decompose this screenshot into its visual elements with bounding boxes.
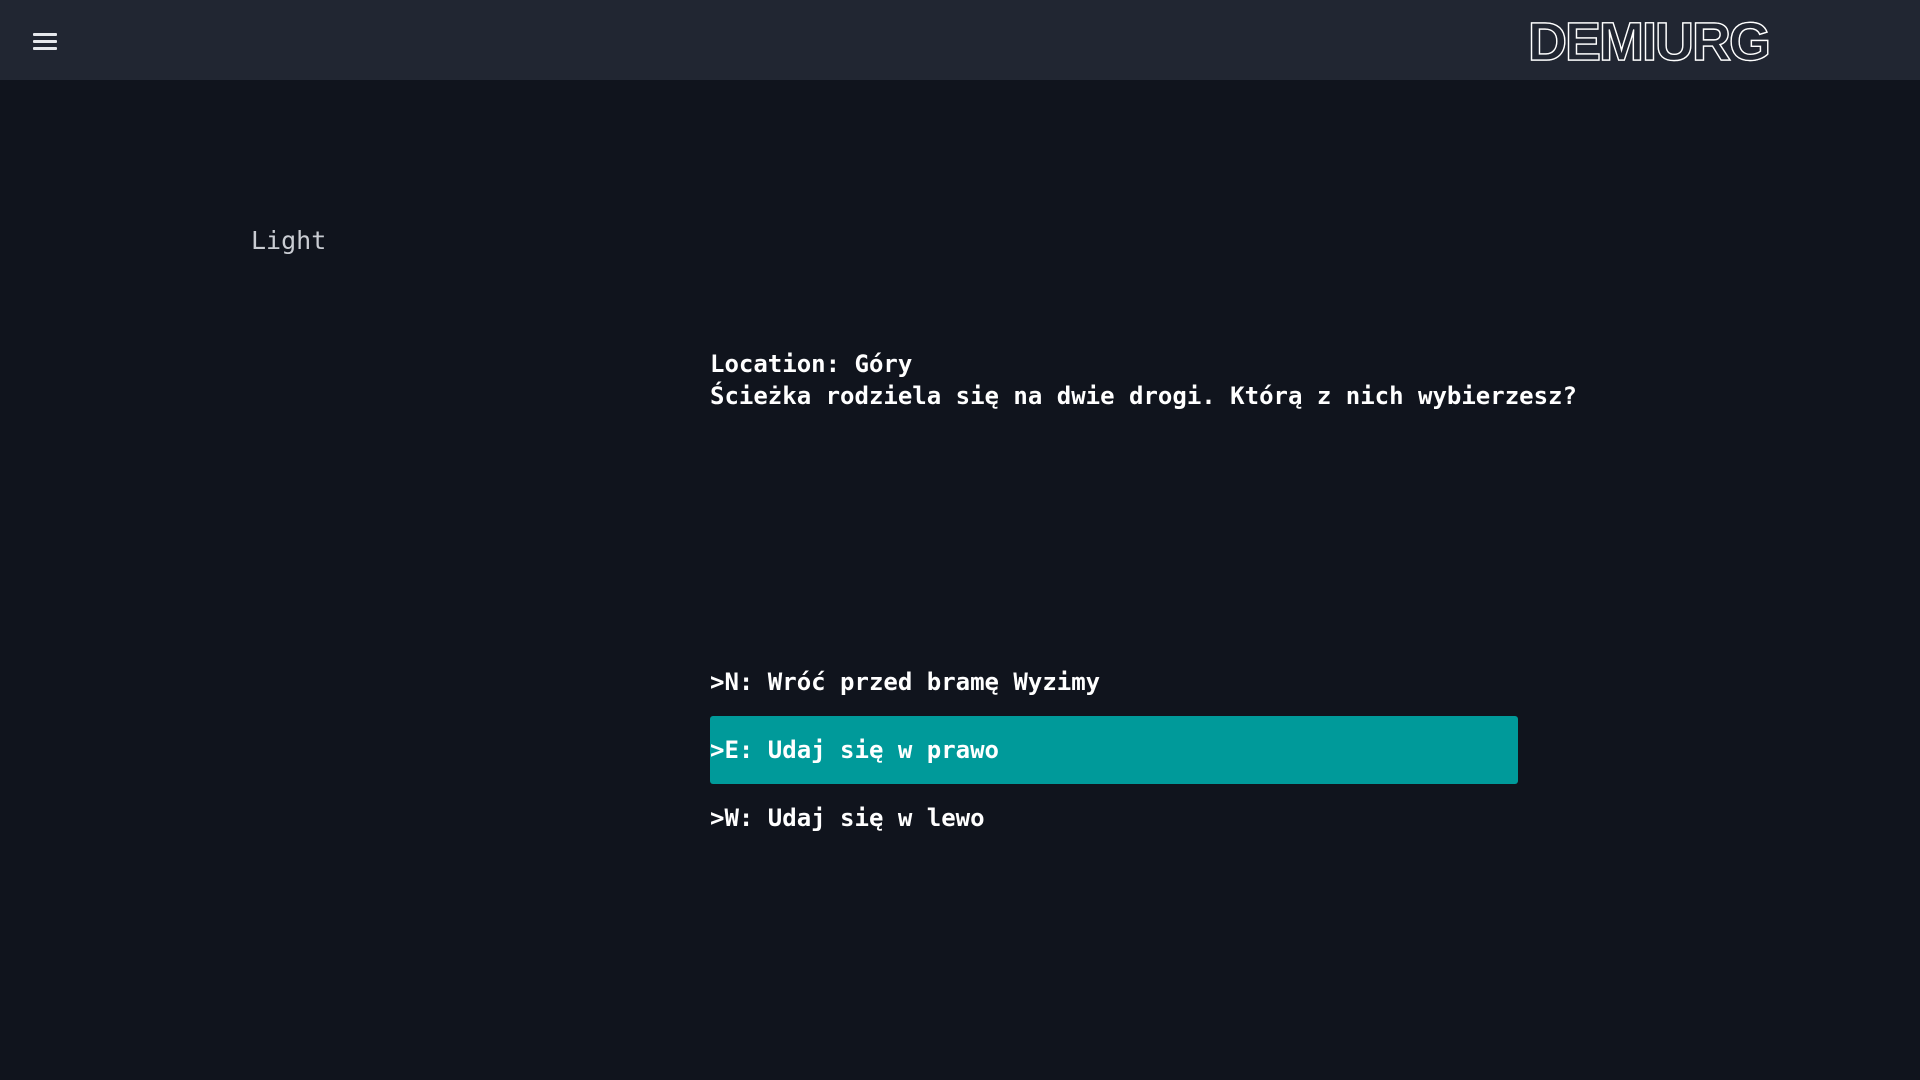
choice-west[interactable]: >W: Udaj się w lewo (710, 784, 1518, 852)
scene-description: Ścieżka rodziela się na dwie drogi. Któr… (710, 382, 1577, 410)
demiurg-logo: DEMIURG DEMIURG (1527, 11, 1772, 72)
choice-north[interactable]: >N: Wróć przed bramę Wyzimy (710, 648, 1518, 716)
hamburger-menu-icon[interactable] (26, 24, 64, 58)
menu-line (33, 47, 57, 50)
menu-line (33, 40, 57, 43)
menu-line (33, 33, 57, 36)
choice-east[interactable]: >E: Udaj się w prawo (710, 716, 1518, 784)
theme-toggle-light[interactable]: Light (251, 226, 326, 255)
top-bar: DEMIURG DEMIURG (0, 0, 1920, 80)
story-panel: Location: Góry Ścieżka rodziela się na dw… (710, 348, 1577, 412)
location-line: Location: Góry (710, 350, 913, 378)
choice-list: >N: Wróć przed bramę Wyzimy >E: Udaj się… (710, 648, 1518, 852)
logo-text-inner: DEMIURG (1528, 12, 1769, 72)
